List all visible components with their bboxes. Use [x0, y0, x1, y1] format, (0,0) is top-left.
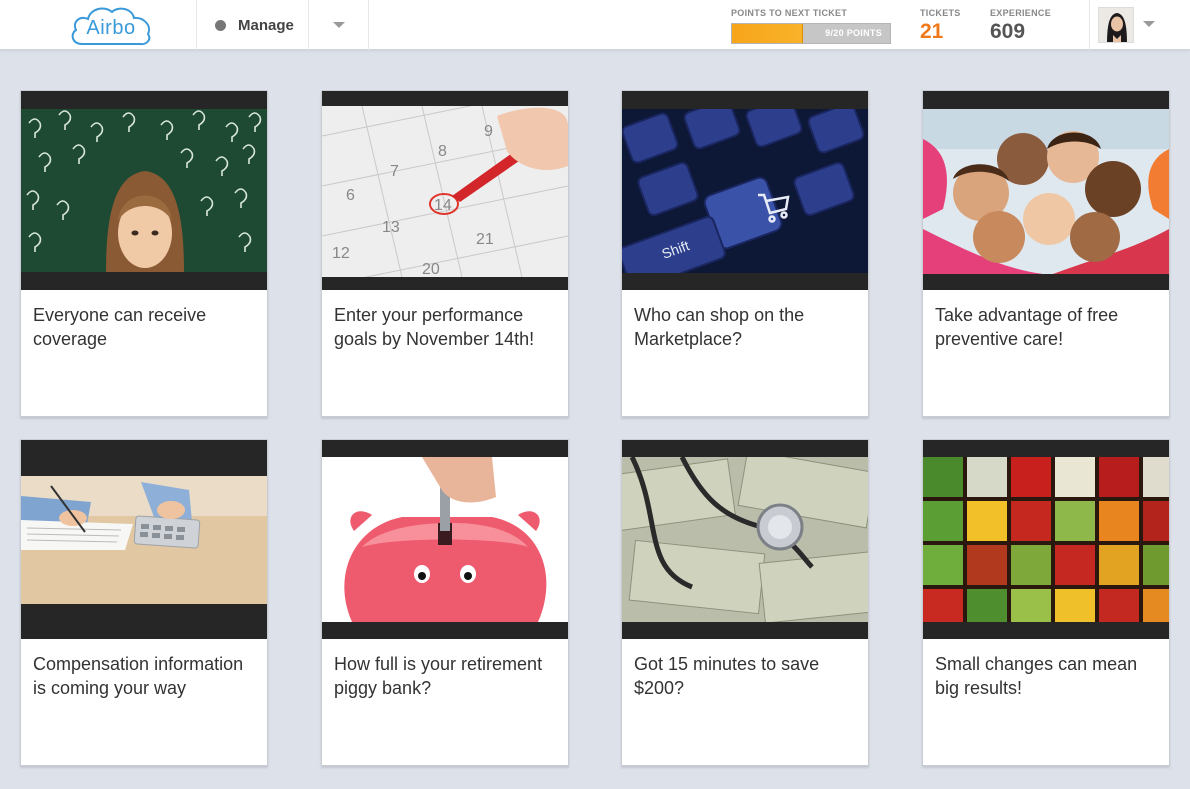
svg-text:20: 20 [422, 261, 440, 277]
tickets-caption: TICKETS [920, 8, 961, 18]
tile-card[interactable]: Everyone can receive coverage [20, 90, 268, 417]
tile-title: How full is your retirement piggy bank? [334, 654, 543, 698]
svg-text:21: 21 [476, 231, 494, 248]
tickets-stat: TICKETS 21 [920, 8, 961, 44]
manage-dropdown-toggle[interactable] [309, 0, 369, 50]
points-progress-label: 9/20 POINTS [825, 28, 882, 38]
user-menu[interactable] [1090, 0, 1190, 50]
tile-image [622, 440, 868, 639]
points-progress-bar: 9/20 POINTS [731, 23, 891, 44]
airbo-logo[interactable]: Airbo [68, 4, 154, 48]
logo-text: Airbo [86, 17, 136, 39]
tile-image [21, 91, 267, 290]
divider [368, 0, 369, 50]
tile-image: 6789 12 13 21 20 14 [322, 91, 568, 290]
tile-card[interactable]: Got 15 minutes to save $200? [621, 439, 869, 766]
experience-stat: EXPERIENCE 609 [990, 8, 1051, 44]
points-progress: POINTS TO NEXT TICKET 9/20 POINTS [731, 8, 891, 44]
manage-label: Manage [238, 16, 294, 34]
tile-title: Enter your performance goals by November… [334, 305, 535, 349]
chevron-down-icon [333, 22, 345, 28]
tile-card[interactable]: Shift Who can shop on the Marketplace? [621, 90, 869, 417]
tile-card[interactable]: Take advantage of free preventive care! [922, 90, 1170, 417]
tile-card[interactable]: Small changes can mean big results! [922, 439, 1170, 766]
experience-count: 609 [990, 20, 1026, 43]
tile-image [923, 91, 1169, 290]
woman-question-marks-image [21, 109, 267, 272]
svg-text:13: 13 [382, 219, 400, 236]
points-caption: POINTS TO NEXT TICKET [731, 8, 848, 18]
tile-title: Who can shop on the Marketplace? [634, 305, 805, 349]
tile-title: Got 15 minutes to save $200? [634, 654, 820, 698]
tile-image: Shift [622, 91, 868, 290]
tile-card[interactable]: Compensation information is coming your … [20, 439, 268, 766]
calendar-image: 6789 12132120 14 [322, 106, 568, 277]
tile-title: Compensation information is coming your … [33, 654, 244, 698]
calculator-paperwork-image [21, 476, 267, 604]
svg-text:9: 9 [484, 123, 493, 140]
tile-image [923, 440, 1169, 639]
svg-text:8: 8 [438, 143, 447, 160]
tile-card[interactable]: 6789 12 13 21 20 14 Enter your performance … [321, 90, 569, 417]
vegetable-grid-image [923, 457, 1169, 622]
tile-image [21, 440, 267, 639]
stethoscope-money-image [622, 457, 868, 622]
children-circle-image [923, 109, 1169, 274]
tile-title: Take advantage of free preventive care! [935, 305, 1119, 349]
svg-text:7: 7 [390, 163, 399, 180]
svg-text:6: 6 [346, 187, 355, 204]
user-photo-icon [1099, 8, 1133, 42]
tile-card[interactable]: How full is your retirement piggy bank? [321, 439, 569, 766]
experience-caption: EXPERIENCE [990, 8, 1052, 18]
status-dot-icon [215, 19, 226, 31]
tile-image [322, 440, 568, 639]
tile-title: Small changes can mean big results! [935, 654, 1138, 698]
svg-text:12: 12 [332, 245, 350, 262]
top-header: Airbo Manage POINTS TO NEXT TICKET 9/20 … [0, 0, 1190, 50]
manage-menu[interactable]: Manage [197, 0, 308, 50]
piggy-bank-image [322, 457, 568, 622]
tile-title: Everyone can receive coverage [33, 305, 207, 349]
tickets-count: 21 [920, 20, 944, 43]
keyboard-cart-image: Shift [622, 109, 868, 273]
chevron-down-icon[interactable] [1143, 21, 1155, 27]
avatar[interactable] [1098, 7, 1134, 43]
points-progress-fill [732, 24, 804, 43]
